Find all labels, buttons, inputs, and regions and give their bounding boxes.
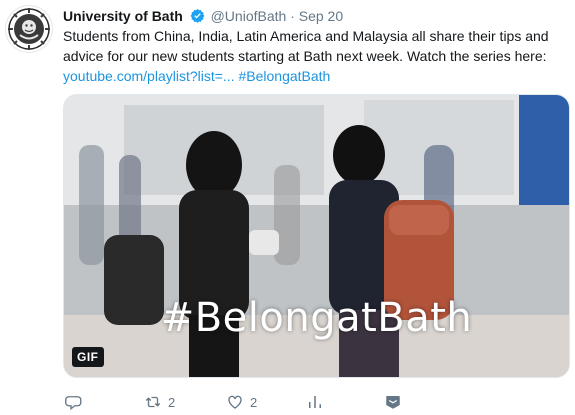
avatar[interactable] [6, 6, 52, 52]
verified-badge-icon [190, 8, 205, 23]
tweet-header: University of Bath @UniofBath · Sep 20 [63, 7, 343, 25]
university-crest-icon [8, 8, 50, 50]
analytics-icon [309, 396, 321, 408]
retweet-button[interactable]: 2 [144, 393, 175, 411]
tweet-actions: 2 2 [63, 393, 563, 413]
direct-message-button[interactable] [384, 393, 402, 411]
like-button[interactable]: 2 [226, 393, 257, 411]
retweet-icon [145, 396, 161, 408]
separator-dot: · [290, 8, 295, 24]
gif-media[interactable]: #BelongatBath GIF [63, 94, 570, 378]
like-count: 2 [250, 394, 258, 410]
gif-badge: GIF [72, 347, 104, 367]
reply-icon [65, 396, 82, 411]
reply-button[interactable] [65, 393, 83, 411]
tweet-card: University of Bath @UniofBath · Sep 20 S… [0, 0, 575, 415]
retweet-count: 2 [168, 394, 176, 410]
hashtag-link[interactable]: #BelongatBath [238, 68, 330, 84]
timestamp[interactable]: Sep 20 [299, 8, 343, 24]
like-icon [228, 395, 242, 409]
tweet-body: Students from China, India, Latin Americ… [63, 28, 549, 64]
gif-overlay-hashtag: #BelongatBath [160, 295, 473, 341]
handle[interactable]: @UniofBath [211, 8, 287, 24]
playlist-link[interactable]: youtube.com/playlist?list=... [63, 68, 235, 84]
display-name[interactable]: University of Bath [63, 8, 183, 24]
tweet-text: Students from China, India, Latin Americ… [63, 26, 563, 86]
analytics-button[interactable] [306, 393, 324, 411]
dm-icon [386, 396, 400, 409]
